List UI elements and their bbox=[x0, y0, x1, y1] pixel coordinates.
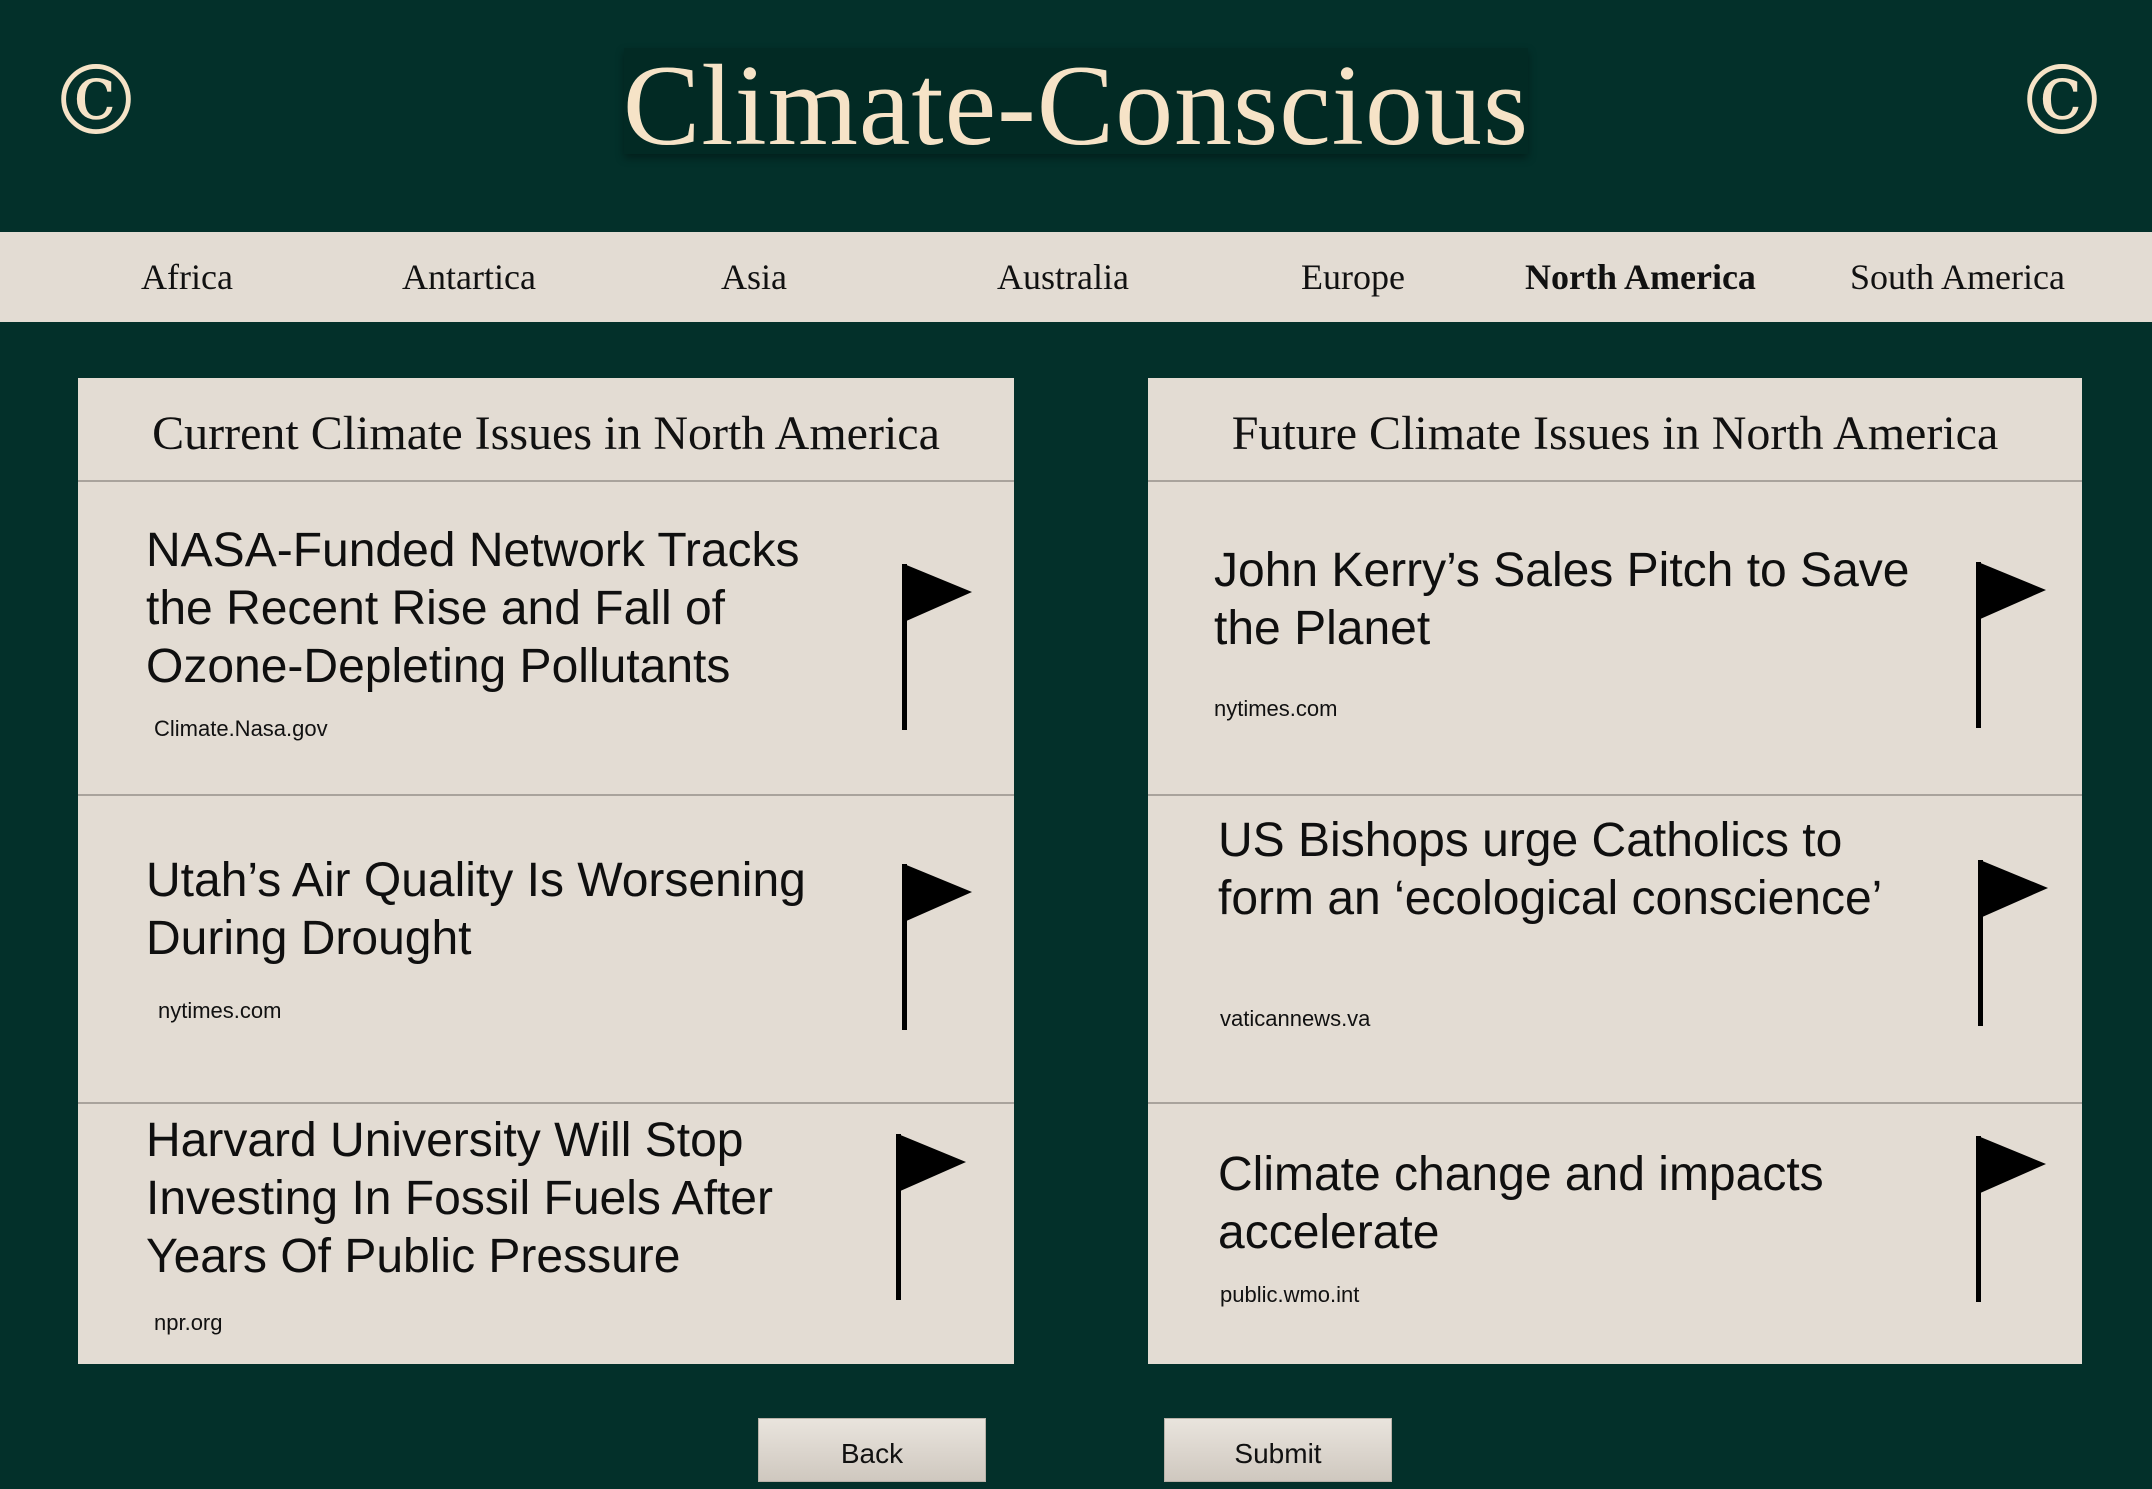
article-source: nytimes.com bbox=[158, 998, 282, 1023]
article-card[interactable]: Utah’s Air Quality Is Worsening During D… bbox=[78, 796, 1014, 1104]
title-box: Climate-Conscious bbox=[623, 48, 1528, 164]
article-headline[interactable]: US Bishops urge Catholics to form an ‘ec… bbox=[1218, 812, 1918, 928]
flag-icon[interactable] bbox=[1972, 560, 2048, 732]
article-source: public.wmo.int bbox=[1220, 1282, 1360, 1307]
back-button[interactable]: Back bbox=[758, 1418, 986, 1482]
article-source: vaticannews.va bbox=[1220, 1006, 1371, 1031]
nav-item-europe[interactable]: Europe bbox=[1301, 232, 1405, 322]
article-card[interactable]: US Bishops urge Catholics to form an ‘ec… bbox=[1148, 796, 2082, 1104]
article-card[interactable]: John Kerry’s Sales Pitch to Save the Pla… bbox=[1148, 482, 2082, 796]
article-headline[interactable]: Harvard University Will Stop Investing I… bbox=[146, 1112, 846, 1286]
article-headline[interactable]: Climate change and impacts accelerate bbox=[1218, 1146, 1918, 1262]
logo-icon: © bbox=[48, 45, 144, 157]
article-card[interactable]: Climate change and impacts accelerate pu… bbox=[1148, 1104, 2082, 1364]
article-headline[interactable]: NASA-Funded Network Tracks the Recent Ri… bbox=[146, 522, 846, 696]
current-issues-panel: Current Climate Issues in North America … bbox=[78, 378, 1014, 1364]
nav-item-australia[interactable]: Australia bbox=[997, 232, 1129, 322]
article-headline[interactable]: John Kerry’s Sales Pitch to Save the Pla… bbox=[1214, 542, 1914, 658]
flag-icon[interactable] bbox=[1974, 858, 2050, 1030]
nav-item-south-america[interactable]: South America bbox=[1850, 232, 2065, 322]
flag-icon[interactable] bbox=[892, 1132, 968, 1304]
nav-item-africa[interactable]: Africa bbox=[141, 232, 233, 322]
article-headline[interactable]: Utah’s Air Quality Is Worsening During D… bbox=[146, 852, 846, 968]
page-title: Climate-Conscious bbox=[622, 42, 1530, 170]
panel-title: Future Climate Issues in North America bbox=[1148, 378, 2082, 482]
nav-item-antartica[interactable]: Antartica bbox=[402, 232, 536, 322]
flag-icon[interactable] bbox=[898, 562, 974, 734]
flag-icon[interactable] bbox=[1972, 1134, 2048, 1306]
nav-item-north-america[interactable]: North America bbox=[1525, 232, 1756, 322]
flag-icon[interactable] bbox=[898, 862, 974, 1034]
article-card[interactable]: Harvard University Will Stop Investing I… bbox=[78, 1104, 1014, 1364]
article-source: npr.org bbox=[154, 1310, 223, 1335]
future-issues-panel: Future Climate Issues in North America J… bbox=[1148, 378, 2082, 1364]
panel-title: Current Climate Issues in North America bbox=[78, 378, 1014, 482]
header: © Climate-Conscious © bbox=[0, 0, 2152, 232]
continent-nav: Africa Antartica Asia Australia Europe N… bbox=[0, 232, 2152, 322]
article-source: nytimes.com bbox=[1214, 696, 1338, 721]
article-card[interactable]: NASA-Funded Network Tracks the Recent Ri… bbox=[78, 482, 1014, 796]
submit-button[interactable]: Submit bbox=[1164, 1418, 1392, 1482]
nav-item-asia[interactable]: Asia bbox=[721, 232, 787, 322]
article-source: Climate.Nasa.gov bbox=[154, 716, 328, 741]
logo-icon: © bbox=[2014, 45, 2110, 157]
